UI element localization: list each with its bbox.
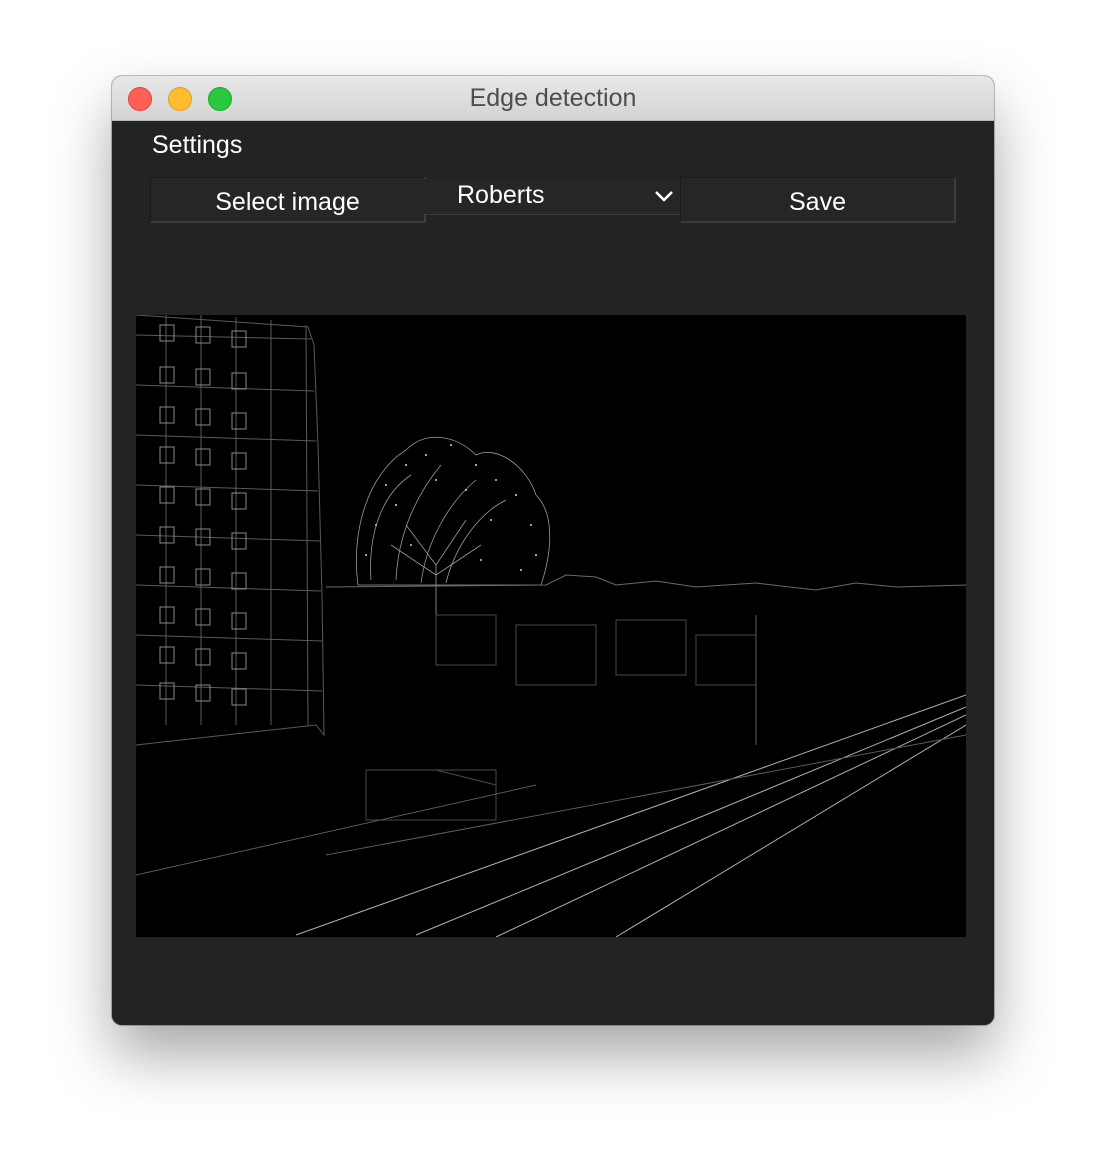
title-bar[interactable]: Edge detection bbox=[112, 76, 994, 121]
edge-image bbox=[136, 315, 966, 937]
select-image-button[interactable]: Select image bbox=[150, 177, 426, 223]
app-window: Edge detection Settings Select image Rob… bbox=[112, 76, 994, 1025]
settings-label: Settings bbox=[152, 131, 243, 159]
method-dropdown[interactable]: Roberts bbox=[423, 179, 681, 215]
chevron-down-icon[interactable] bbox=[653, 187, 675, 205]
content-area: Settings Select image Roberts Save bbox=[112, 121, 994, 1025]
method-dropdown-value: Roberts bbox=[457, 181, 545, 209]
save-button[interactable]: Save bbox=[680, 177, 956, 223]
edge-image-preview bbox=[136, 315, 966, 937]
window-title: Edge detection bbox=[469, 84, 637, 112]
